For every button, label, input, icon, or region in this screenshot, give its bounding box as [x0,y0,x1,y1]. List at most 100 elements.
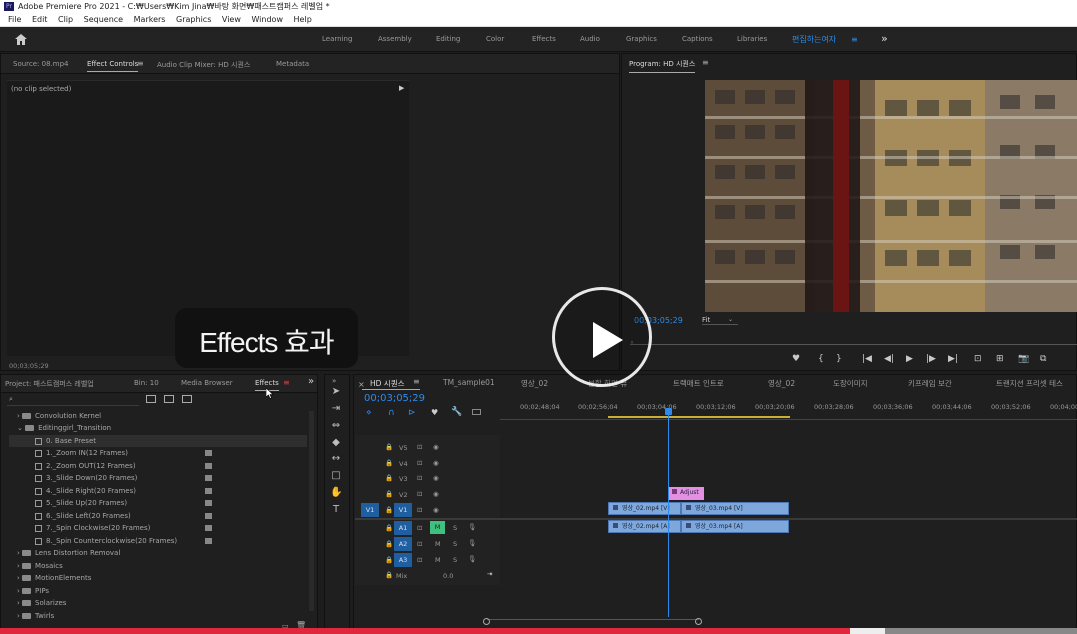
audio-clip-02[interactable]: 영상_02.mp4 [A] [608,520,681,533]
tree-preset-spin-clockwise[interactable]: 7._Spin Clockwise(20 Frames) [35,522,150,534]
mark-out-icon[interactable]: } [836,354,842,364]
lock-icon[interactable]: 🔒 [385,571,393,579]
tree-folder-editinggirl-transition[interactable]: ⌄ Editinggirl_Transition [17,422,111,434]
tab-track-matte-intro[interactable]: 트랙매트 인트로 [673,378,724,389]
effects-menu-icon[interactable]: ≡ [283,378,290,387]
tab-media-browser[interactable]: Media Browser [181,379,233,387]
lock-icon[interactable]: 🔒 [385,524,393,532]
video-clip-03[interactable]: 영상_03.mp4 [V] [681,502,789,515]
lock-icon[interactable]: 🔒 [385,506,393,514]
sync-lock-icon[interactable]: ⊡ [417,459,422,467]
timeline-close-icon[interactable]: × [358,380,365,389]
tree-preset-zoom-out[interactable]: 2._Zoom OUT(12 Frames) [35,460,136,472]
tab-stamp-image[interactable]: 도장이미지 [833,378,868,389]
tree-folder-mosaics[interactable]: › Mosaics [17,560,63,572]
export-frame-icon[interactable]: 📷 [1018,354,1029,364]
tree-folder-lens-distortion[interactable]: › Lens Distortion Removal [17,547,120,559]
effect-controls-menu-icon[interactable]: ≡ [137,59,144,68]
tree-preset-slide-left[interactable]: 6._Slide Left(20 Frames) [35,510,131,522]
new-bin-icon[interactable] [146,395,156,403]
mute-button-a2[interactable]: M [435,540,441,548]
mark-in-icon[interactable]: { [818,354,824,364]
tree-preset-slide-up[interactable]: 5._Slide Up(20 Frames) [35,497,127,509]
lock-icon[interactable]: 🔒 [385,556,393,564]
lock-icon[interactable]: 🔒 [385,490,393,498]
timeline-timecode[interactable]: 00;03;05;29 [364,393,425,404]
workspace-overflow-button[interactable]: » [881,32,888,45]
lock-icon[interactable]: 🔒 [385,474,393,482]
comparison-view-icon[interactable]: ⧉ [1040,354,1046,364]
tree-preset-zoom-in[interactable]: 1._Zoom IN(12 Frames) [35,447,128,459]
lock-icon[interactable]: 🔒 [385,540,393,548]
tab-transition-preset-test[interactable]: 트랜지션 프리셋 테스 [996,378,1063,389]
workspace-assembly[interactable]: Assembly [378,35,412,43]
menu-view[interactable]: View [222,15,241,24]
lock-icon[interactable]: 🔒 [385,443,393,451]
menu-file[interactable]: File [8,15,21,24]
step-back-icon[interactable]: ◀| [884,354,894,364]
video-play-overlay[interactable] [552,287,652,387]
wrench-icon[interactable]: 🔧 [451,407,462,417]
workspace-menu-icon[interactable]: ≡ [851,35,858,44]
type-tool-icon[interactable]: T [330,504,342,516]
sync-lock-icon[interactable]: ⊡ [417,490,422,498]
tree-preset-spin-counterclockwise[interactable]: 8._Spin Counterclockwise(20 Frames) [35,535,177,547]
tab-bin[interactable]: Bin: 10 [134,379,159,387]
go-to-out-icon[interactable]: ▶| [948,354,958,364]
tab-audio-clip-mixer[interactable]: Audio Clip Mixer: HD 시퀀스 [157,60,250,70]
razor-tool-icon[interactable]: ◆ [330,437,342,449]
timeline-ruler[interactable] [500,412,1077,420]
timeline-scrollbar[interactable] [487,619,699,624]
captions-icon[interactable] [472,409,481,415]
solo-button-a1[interactable]: S [453,524,457,532]
source-patch-v1[interactable]: V1 [361,503,379,517]
sync-lock-icon[interactable]: ⊡ [417,524,422,532]
track-name-a1[interactable]: A1 [394,521,412,535]
menu-edit[interactable]: Edit [32,15,48,24]
tab-sequence-hd[interactable]: HD 시퀀스 [370,378,405,389]
eye-icon[interactable]: ◉ [433,490,439,498]
tab-project[interactable]: Project: 패스트캠퍼스 레벨업 [5,379,94,389]
sync-lock-icon[interactable]: ⊡ [417,540,422,548]
playhead-handle-icon[interactable] [665,408,672,415]
step-forward-icon[interactable]: |▶ [926,354,936,364]
menu-clip[interactable]: Clip [58,15,73,24]
project-overflow-button[interactable]: » [308,376,314,387]
tree-folder-motionelements[interactable]: › MotionElements [17,572,91,584]
lock-icon[interactable]: 🔒 [385,459,393,467]
tab-effect-controls[interactable]: Effect Controls [87,60,139,72]
tree-folder-convolution-kernel[interactable]: › Convolution Kernel [17,410,101,422]
menu-graphics[interactable]: Graphics [176,15,211,24]
sync-lock-icon[interactable]: ⊡ [417,506,422,514]
selection-tool-icon[interactable]: ➤ [330,386,342,398]
accelerated-effects-icon[interactable] [164,395,174,403]
eye-icon[interactable]: ◉ [433,506,439,514]
adjustment-layer-clip[interactable]: Adjust [668,487,704,500]
add-marker-icon[interactable]: ♥ [792,354,800,364]
sync-lock-icon[interactable]: ⊡ [417,556,422,564]
scroll-handle-right-icon[interactable] [695,618,702,625]
sync-lock-icon[interactable]: ⊡ [417,443,422,451]
nest-toggle-icon[interactable]: ⋄ [366,408,372,418]
menu-markers[interactable]: Markers [134,15,166,24]
slip-tool-icon[interactable]: ↔ [330,453,342,465]
workspace-active[interactable]: 편집하는여자 [792,34,836,45]
effects-scrollbar[interactable] [309,411,314,611]
tree-preset-slide-right[interactable]: 4._Slide Right(20 Frames) [35,485,136,497]
scroll-handle-left-icon[interactable] [483,618,490,625]
linked-selection-icon[interactable]: ⊳ [408,408,416,418]
eye-icon[interactable]: ◉ [433,443,439,451]
microphone-icon[interactable]: 🎙 [468,539,476,547]
add-marker-icon-timeline[interactable]: ♥ [431,408,438,417]
menu-help[interactable]: Help [294,15,312,24]
mix-value[interactable]: 0.0 [443,572,453,580]
tree-preset-slide-down[interactable]: 3._Slide Down(20 Frames) [35,472,137,484]
menu-window[interactable]: Window [251,15,283,24]
play-stop-icon[interactable]: ▶ [906,354,913,364]
snap-icon[interactable]: ∩ [388,408,395,418]
audio-clip-03[interactable]: 영상_03.mp4 [A] [681,520,789,533]
expand-arrow-icon[interactable]: ▶ [399,84,404,92]
track-name-a2[interactable]: A2 [394,537,412,551]
timeline-playhead[interactable] [668,412,669,617]
mute-button-a3[interactable]: M [435,556,441,564]
